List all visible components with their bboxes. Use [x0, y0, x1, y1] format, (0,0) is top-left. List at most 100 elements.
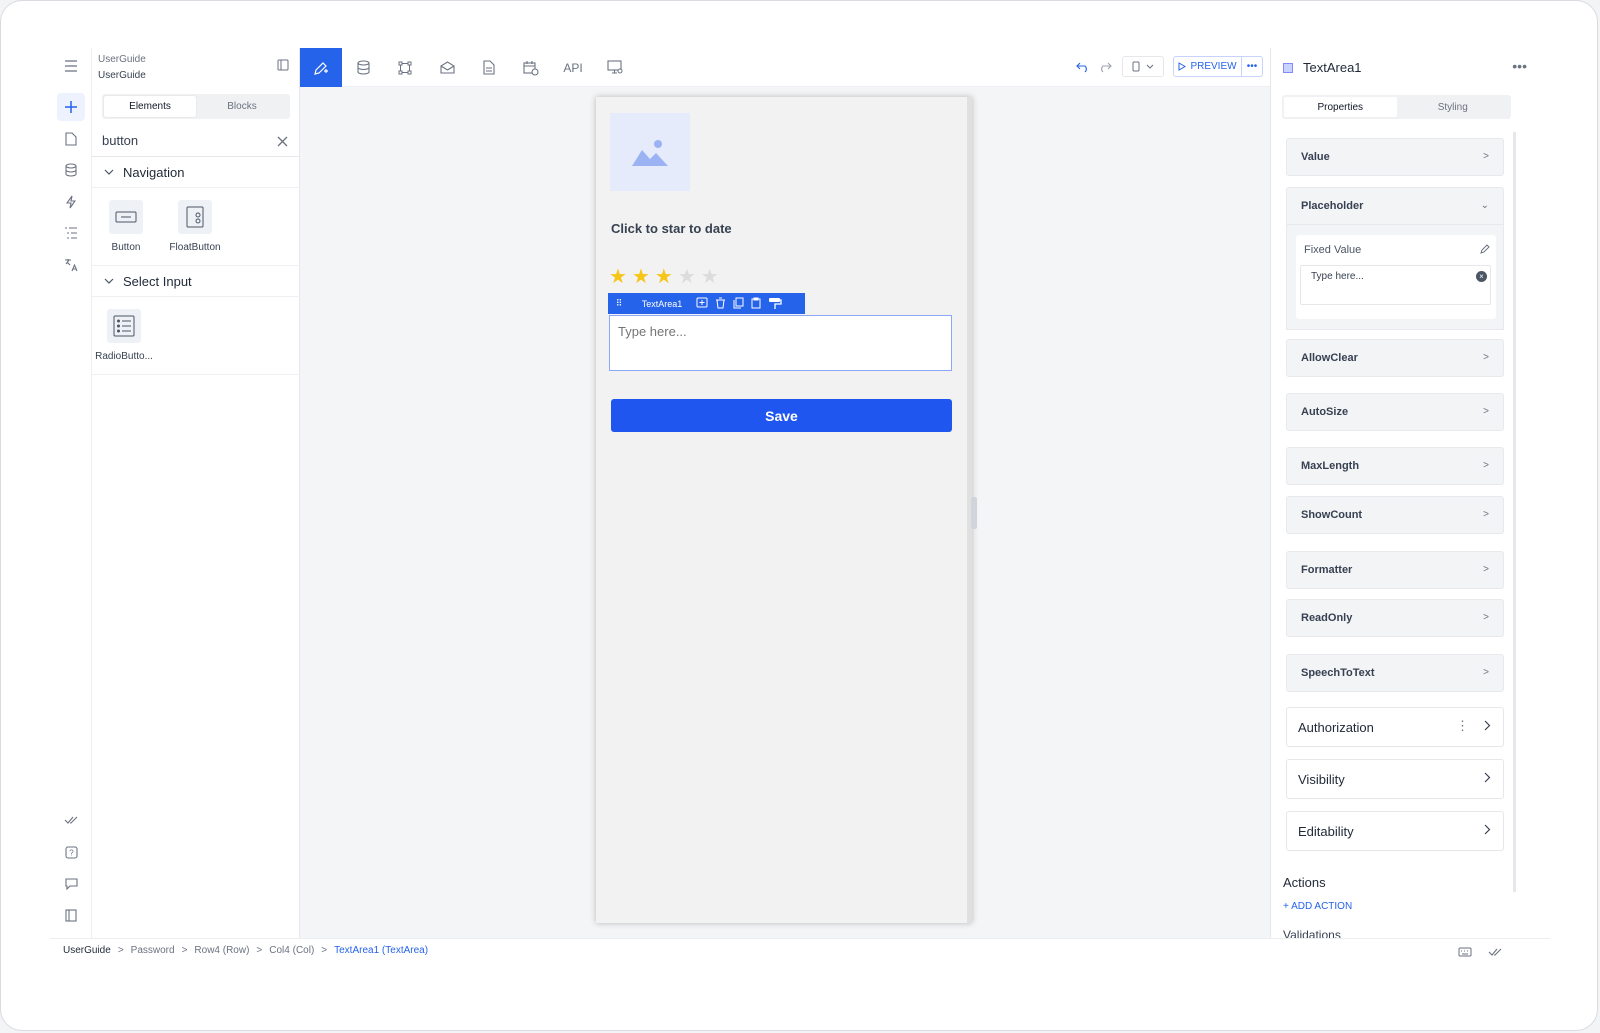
panel-tabs: Elements Blocks: [102, 94, 290, 119]
visibility-section[interactable]: Visibility: [1286, 759, 1504, 799]
mobile-preview-frame: Click to star to date ★ ★ ★ ★ ★ ⠿ TextArea1 …: [596, 97, 972, 923]
property-label: Formatter: [1301, 564, 1353, 576]
breadcrumb-separator-icon: >: [321, 945, 328, 956]
app-shell: ? UserGuide UserGuide Elements Blocks bu…: [50, 48, 1550, 988]
placeholder-section: Fixed Value Type here... ×: [1286, 225, 1504, 330]
paint-roller-icon[interactable]: [768, 297, 782, 310]
chat-icon[interactable]: [57, 869, 85, 897]
property-autosize[interactable]: AutoSize >: [1286, 393, 1504, 431]
property-readonly[interactable]: ReadOnly >: [1286, 599, 1504, 637]
clipboard-icon[interactable]: [751, 297, 761, 309]
double-check-icon[interactable]: [57, 806, 85, 834]
list-icon[interactable]: [57, 219, 85, 247]
group-header-select-input[interactable]: Select Input: [92, 266, 300, 297]
breadcrumb-item[interactable]: Row4 (Row): [194, 945, 249, 956]
drag-handle-icon[interactable]: ⠿: [608, 298, 630, 309]
image-placeholder-icon[interactable]: [610, 113, 690, 191]
chevron-down-icon: [104, 169, 114, 175]
collapse-panel-icon[interactable]: [277, 58, 289, 76]
star-icon[interactable]: ★: [655, 267, 673, 287]
undo-icon[interactable]: [1076, 56, 1090, 78]
placeholder-value-field[interactable]: Type here...: [1300, 265, 1491, 305]
tab-properties[interactable]: Properties: [1284, 97, 1397, 117]
textarea-input[interactable]: [609, 315, 952, 371]
property-value[interactable]: Value >: [1286, 138, 1504, 176]
device-selector[interactable]: [1122, 56, 1164, 77]
double-check-icon[interactable]: [1488, 944, 1502, 962]
app-settings-tool[interactable]: [594, 48, 636, 87]
element-radiobutton[interactable]: RadioButto...: [92, 309, 156, 362]
translate-icon[interactable]: [57, 251, 85, 279]
redo-icon[interactable]: [1098, 56, 1112, 78]
help-icon[interactable]: ?: [57, 838, 85, 866]
ui-builder-tool[interactable]: [300, 48, 342, 87]
workflow-tool[interactable]: [384, 48, 426, 87]
book-icon[interactable]: [57, 901, 85, 929]
database-icon[interactable]: [57, 156, 85, 184]
email-tool[interactable]: [426, 48, 468, 87]
frame-resize-handle[interactable]: [971, 497, 977, 529]
breadcrumb-item[interactable]: TextArea1 (TextArea): [334, 945, 428, 956]
document-tool[interactable]: [468, 48, 510, 87]
chevron-right-icon: >: [1483, 612, 1489, 623]
clear-search-icon[interactable]: [277, 134, 288, 152]
keyboard-icon[interactable]: [1458, 944, 1472, 962]
project-subname: UserGuide: [98, 70, 146, 81]
star-icon[interactable]: ★: [609, 267, 627, 287]
chevron-right-icon: >: [1483, 406, 1489, 417]
menu-icon[interactable]: [57, 52, 85, 80]
save-button[interactable]: Save: [611, 399, 952, 432]
star-icon[interactable]: ★: [632, 267, 650, 287]
database-icon: [356, 60, 370, 75]
kebab-menu-icon[interactable]: ⋮: [1456, 718, 1469, 734]
add-icon[interactable]: [696, 297, 708, 308]
properties-scrollbar[interactable]: [1513, 132, 1516, 892]
edit-expression-icon[interactable]: [1480, 244, 1490, 257]
lightning-icon[interactable]: [57, 188, 85, 216]
element-label: FloatButton: [169, 242, 221, 253]
add-element-icon[interactable]: [57, 93, 85, 121]
more-options-icon[interactable]: •••: [1512, 58, 1527, 74]
data-tool[interactable]: [342, 48, 384, 87]
property-label: Placeholder: [1301, 200, 1364, 212]
breadcrumb-item[interactable]: Password: [131, 945, 175, 956]
property-formatter[interactable]: Formatter >: [1286, 551, 1504, 589]
selection-actions: [694, 297, 782, 310]
more-options-icon[interactable]: •••: [1242, 61, 1262, 72]
property-maxlength[interactable]: MaxLength >: [1286, 447, 1504, 485]
element-button[interactable]: Button: [94, 200, 158, 253]
property-speechtotext[interactable]: SpeechToText >: [1286, 654, 1504, 692]
property-label: SpeechToText: [1301, 667, 1375, 679]
breadcrumb-separator-icon: >: [181, 945, 188, 956]
properties-tabs: Properties Styling: [1282, 95, 1511, 119]
property-allowclear[interactable]: AllowClear >: [1286, 339, 1504, 377]
authorization-section[interactable]: Authorization ⋮: [1286, 707, 1504, 747]
breadcrumb-item[interactable]: Col4 (Col): [269, 945, 314, 956]
properties-header: TextArea1 •••: [1271, 48, 1550, 87]
chevron-right-icon: [1484, 771, 1491, 786]
preview-button[interactable]: PREVIEW: [1174, 57, 1242, 76]
group-header-navigation[interactable]: Navigation: [92, 157, 300, 188]
page-icon[interactable]: [57, 125, 85, 153]
clear-value-icon[interactable]: ×: [1476, 271, 1487, 282]
property-showcount[interactable]: ShowCount >: [1286, 496, 1504, 534]
element-floatbutton[interactable]: FloatButton: [163, 200, 227, 253]
property-placeholder[interactable]: Placeholder ⌄: [1286, 187, 1504, 225]
star-icon[interactable]: ★: [701, 267, 719, 287]
tab-styling[interactable]: Styling: [1397, 97, 1510, 117]
search-input[interactable]: [102, 133, 262, 148]
tab-elements[interactable]: Elements: [104, 96, 196, 117]
trash-icon[interactable]: [715, 297, 726, 309]
api-tool[interactable]: API: [552, 48, 594, 87]
scheduler-tool[interactable]: [510, 48, 552, 87]
tab-blocks[interactable]: Blocks: [196, 96, 288, 117]
editability-section[interactable]: Editability: [1286, 811, 1504, 851]
group-navigation: Navigation Button FloatButton: [92, 157, 300, 266]
duplicate-icon[interactable]: [733, 297, 744, 309]
star-rating[interactable]: ★ ★ ★ ★ ★: [609, 267, 719, 287]
breadcrumb-item[interactable]: UserGuide: [63, 945, 111, 956]
preview-label: PREVIEW: [1190, 61, 1237, 72]
element-search: [92, 126, 300, 157]
star-icon[interactable]: ★: [678, 267, 696, 287]
add-action-link[interactable]: + ADD ACTION: [1283, 901, 1352, 912]
